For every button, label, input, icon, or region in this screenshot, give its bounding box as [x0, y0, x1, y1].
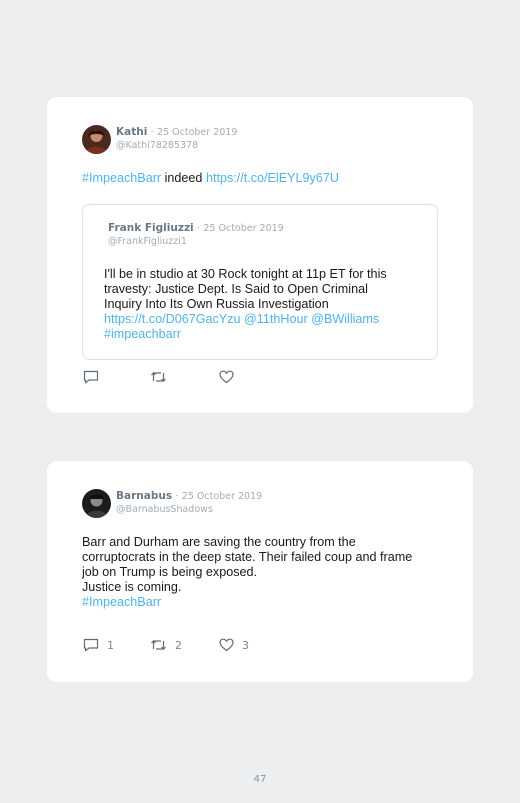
retweet-icon [151, 372, 166, 382]
hashtag-link[interactable]: #ImpeachBarr [82, 595, 412, 610]
tweet-line: Barr and Durham are saving the country f… [82, 535, 356, 549]
quoted-tweet[interactable]: Frank Figliuzzi · 25 October 2019 @Frank… [82, 204, 438, 360]
tweet-word: indeed [161, 171, 206, 185]
separator: · [175, 491, 179, 502]
retweet-button[interactable] [150, 370, 175, 384]
tweet-card: Kathi · 25 October 2019 @Kathi78285378 #… [47, 97, 473, 413]
like-button[interactable]: 3 [219, 638, 249, 652]
separator: · [197, 223, 201, 234]
tweet-date: 25 October 2019 [157, 127, 238, 138]
author-name[interactable]: Kathi [116, 126, 147, 138]
reply-icon [83, 370, 99, 384]
quoted-author-line: Frank Figliuzzi · 25 October 2019 [108, 222, 284, 234]
quoted-author-name[interactable]: Frank Figliuzzi [108, 222, 194, 234]
reply-button[interactable]: 1 [83, 638, 114, 652]
separator: · [150, 127, 154, 138]
url-link[interactable]: https://t.co/ElEYL9y67U [206, 171, 339, 185]
author-handle[interactable]: @Kathi78285378 [116, 140, 198, 151]
quoted-line: I'll be in studio at 30 Rock tonight at … [104, 267, 387, 281]
author-line: Barnabus · 25 October 2019 [116, 490, 262, 502]
reply-button[interactable] [83, 370, 107, 384]
tweet-line: Justice is coming. [82, 580, 182, 594]
like-count: 3 [242, 638, 249, 652]
tweet-card: Barnabus · 25 October 2019 @BarnabusShad… [47, 461, 473, 682]
quoted-text: I'll be in studio at 30 Rock tonight at … [104, 267, 387, 342]
page-number: 47 [253, 774, 267, 785]
retweet-button[interactable]: 2 [150, 638, 182, 652]
like-button[interactable] [219, 370, 242, 384]
heart-icon [219, 370, 234, 384]
quoted-line: travesty: Justice Dept. Is Said to Open … [104, 282, 368, 296]
tweet-line: corruptocrats in the deep state. Their f… [82, 550, 413, 564]
tweet-text: Barr and Durham are saving the country f… [82, 535, 412, 610]
quoted-line: Inquiry Into Its Own Russia Investigatio… [104, 297, 329, 311]
avatar[interactable] [82, 489, 111, 518]
heart-icon [219, 638, 234, 652]
hashtag-link[interactable]: #ImpeachBarr [82, 171, 161, 185]
reply-count: 1 [107, 638, 114, 652]
tweet-line: job on Trump is being exposed. [82, 565, 258, 579]
author-handle[interactable]: @BarnabusShadows [116, 504, 213, 515]
tweet-date: 25 October 2019 [181, 491, 263, 502]
avatar[interactable] [82, 125, 111, 154]
tweet-text: #ImpeachBarr indeed https://t.co/ElEYL9y… [82, 171, 339, 186]
author-name[interactable]: Barnabus [116, 490, 172, 502]
retweet-count: 2 [175, 638, 182, 652]
quoted-hashtag[interactable]: #impeachbarr [104, 327, 387, 342]
quoted-links[interactable]: https://t.co/D067GacYzu @11thHour @BWill… [104, 312, 387, 327]
reply-icon [83, 638, 99, 652]
author-line: Kathi · 25 October 2019 [116, 126, 237, 138]
quoted-tweet-date: 25 October 2019 [203, 223, 284, 234]
quoted-author-handle[interactable]: @FrankFigliuzzi1 [108, 236, 187, 247]
retweet-icon [151, 640, 166, 650]
